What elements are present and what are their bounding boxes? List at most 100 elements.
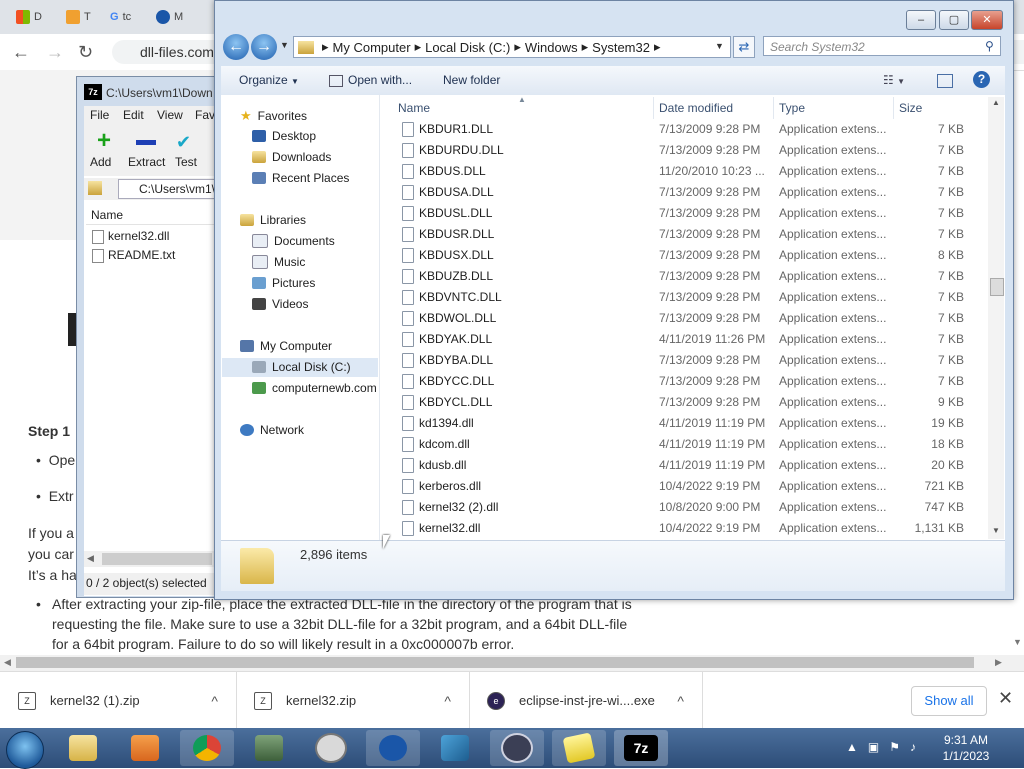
nav-music[interactable]: Music xyxy=(252,255,305,269)
forward-button[interactable]: → xyxy=(251,34,277,60)
taskbar-app[interactable] xyxy=(242,730,296,766)
table-row[interactable]: KBDUSL.DLL 7/13/2009 9:28 PM Application e… xyxy=(398,202,978,223)
table-row[interactable]: KBDUSA.DLL 7/13/2009 9:28 PM Application e… xyxy=(398,181,978,202)
7zip-path-input[interactable]: C:\Users\vm1\ xyxy=(118,179,226,199)
download-item[interactable]: e eclipse-inst-jre-wi....exe ^ xyxy=(469,672,703,729)
menu-file[interactable]: File xyxy=(90,108,109,122)
page-scrollbar-thumb[interactable] xyxy=(16,657,974,668)
taskbar-app[interactable] xyxy=(490,730,544,766)
nav-recent-places[interactable]: Recent Places xyxy=(252,171,349,185)
maximize-button[interactable]: ▢ xyxy=(939,10,969,30)
start-button[interactable] xyxy=(6,731,44,769)
table-row[interactable]: kernel32 (2).dll 10/8/2020 9:00 PM Applica… xyxy=(398,496,978,517)
browser-tab[interactable]: D xyxy=(16,6,42,28)
table-row[interactable]: KBDUSX.DLL 7/13/2009 9:28 PM Application e… xyxy=(398,244,978,265)
menu-edit[interactable]: Edit xyxy=(123,108,144,122)
table-row[interactable]: kd1394.dll 4/11/2019 11:19 PM Application … xyxy=(398,412,978,433)
folder-up-icon[interactable] xyxy=(88,181,102,195)
scroll-down-arrow-icon[interactable]: ▼ xyxy=(992,526,1000,535)
refresh-icon[interactable]: ⇄ xyxy=(733,36,755,58)
table-row[interactable]: kdcom.dll 4/11/2019 11:19 PM Application e… xyxy=(398,433,978,454)
taskbar-media-player[interactable] xyxy=(118,730,172,766)
download-item[interactable]: Zkernel32.zip ^ xyxy=(236,672,470,729)
taskbar-app[interactable] xyxy=(428,730,482,766)
nav-favorites[interactable]: ★ Favorites xyxy=(240,108,307,124)
minimize-button[interactable]: – xyxy=(906,10,936,30)
breadcrumb-system32[interactable]: System32 xyxy=(592,40,650,55)
table-row[interactable]: KBDYBA.DLL 7/13/2009 9:28 PM Application e… xyxy=(398,349,978,370)
table-row[interactable]: KBDYAK.DLL 4/11/2019 11:26 PM Application … xyxy=(398,328,978,349)
breadcrumb-my-computer[interactable]: My Computer xyxy=(333,40,411,55)
help-icon[interactable]: ? xyxy=(973,71,990,88)
search-input[interactable]: Search System32 xyxy=(763,36,1001,56)
system-tray[interactable]: ▲▣⚑♪ xyxy=(846,740,926,754)
column-header-date[interactable]: Date modified xyxy=(659,101,733,115)
nav-downloads[interactable]: Downloads xyxy=(252,150,331,164)
address-breadcrumb[interactable]: ▸ My Computer ▸ Local Disk (C:) ▸ Window… xyxy=(293,36,731,58)
column-header-name[interactable]: Name xyxy=(398,101,430,115)
scroll-up-arrow-icon[interactable]: ▲ xyxy=(992,98,1000,107)
close-button[interactable]: ✕ xyxy=(971,10,1003,30)
new-folder-button[interactable]: New folder xyxy=(443,73,500,87)
view-options-icon[interactable]: ☷ ▼ xyxy=(883,73,905,87)
test-label[interactable]: Test xyxy=(175,155,197,169)
back-button[interactable]: ← xyxy=(223,34,249,60)
chevron-up-icon[interactable]: ^ xyxy=(211,693,218,709)
table-row[interactable]: kerberos.dll 10/4/2022 9:19 PM Application… xyxy=(398,475,978,496)
extract-label[interactable]: Extract xyxy=(128,155,165,169)
chevron-up-icon[interactable]: ^ xyxy=(677,693,684,709)
add-label[interactable]: Add xyxy=(90,155,111,169)
show-all-button[interactable]: Show all xyxy=(911,686,987,716)
scroll-down-arrow-icon[interactable]: ▼ xyxy=(1013,637,1022,647)
table-row[interactable]: KBDYCL.DLL 7/13/2009 9:28 PM Application e… xyxy=(398,391,978,412)
table-row[interactable]: KBDUS.DLL 11/20/2010 10:23 ... Application… xyxy=(398,160,978,181)
nav-network[interactable]: Network xyxy=(240,423,304,437)
scroll-left-arrow-icon[interactable]: ◀ xyxy=(87,553,94,564)
taskbar-explorer[interactable] xyxy=(56,730,110,766)
column-separator[interactable] xyxy=(893,97,894,119)
breadcrumb-local-disk[interactable]: Local Disk (C:) xyxy=(425,40,510,55)
nav-local-disk[interactable]: Local Disk (C:) xyxy=(252,360,351,374)
reload-icon[interactable]: ↻ xyxy=(78,42,93,63)
taskbar-app[interactable] xyxy=(304,730,358,766)
browser-tab[interactable]: T xyxy=(66,6,91,28)
browser-tab[interactable]: M xyxy=(156,6,183,28)
forward-icon[interactable]: → xyxy=(46,42,64,63)
checkmark-icon[interactable]: ✔ xyxy=(176,132,191,153)
menu-favorites[interactable]: Fav xyxy=(195,108,215,122)
recent-pages-chevron-icon[interactable]: ▼ xyxy=(280,40,289,50)
column-header-size[interactable]: Size xyxy=(899,101,922,115)
table-row[interactable]: KBDYCC.DLL 7/13/2009 9:28 PM Application e… xyxy=(398,370,978,391)
table-row[interactable]: KBDUSR.DLL 7/13/2009 9:28 PM Application e… xyxy=(398,223,978,244)
table-row[interactable]: KBDVNTC.DLL 7/13/2009 9:28 PM Application … xyxy=(398,286,978,307)
menu-view[interactable]: View xyxy=(157,108,183,122)
address-dropdown-icon[interactable]: ▼ xyxy=(715,41,724,51)
download-item[interactable]: Zkernel32 (1).zip ^ xyxy=(0,672,237,729)
taskbar-7zip[interactable]: 7z xyxy=(614,730,668,766)
browser-tab[interactable]: Gtc xyxy=(110,6,131,28)
taskbar-chrome[interactable] xyxy=(180,730,234,766)
preview-pane-icon[interactable] xyxy=(937,74,953,88)
pane-splitter[interactable] xyxy=(379,95,380,540)
table-row[interactable]: kdusb.dll 4/11/2019 11:19 PM Application e… xyxy=(398,454,978,475)
taskbar-app[interactable] xyxy=(366,730,420,766)
organize-button[interactable]: Organize ▼ xyxy=(239,73,299,87)
file-list-scrollbar[interactable] xyxy=(988,97,1004,539)
column-separator[interactable] xyxy=(773,97,774,119)
nav-pictures[interactable]: Pictures xyxy=(252,276,315,290)
back-icon[interactable]: ← xyxy=(12,42,30,63)
nav-documents[interactable]: Documents xyxy=(252,234,335,248)
clock[interactable]: 9:31 AM 1/1/2023 xyxy=(936,732,996,764)
7zip-column-header[interactable]: Name xyxy=(86,204,214,225)
minus-icon[interactable] xyxy=(136,140,156,145)
table-row[interactable]: KBDURDU.DLL 7/13/2009 9:28 PM Application … xyxy=(398,139,978,160)
nav-network-drive[interactable]: computernewb.com xyxy=(252,381,377,395)
nav-libraries[interactable]: Libraries xyxy=(240,213,306,227)
scroll-left-arrow-icon[interactable]: ◀ xyxy=(4,657,11,668)
open-with-button[interactable]: Open with... xyxy=(329,73,412,87)
table-row[interactable]: KBDUZB.DLL 7/13/2009 9:28 PM Application e… xyxy=(398,265,978,286)
list-item[interactable]: kernel32.dll xyxy=(92,229,169,244)
close-icon[interactable]: ✕ xyxy=(998,688,1013,709)
table-row[interactable]: KBDUR1.DLL 7/13/2009 9:28 PM Application e… xyxy=(398,118,978,139)
list-item[interactable]: README.txt xyxy=(92,248,175,263)
